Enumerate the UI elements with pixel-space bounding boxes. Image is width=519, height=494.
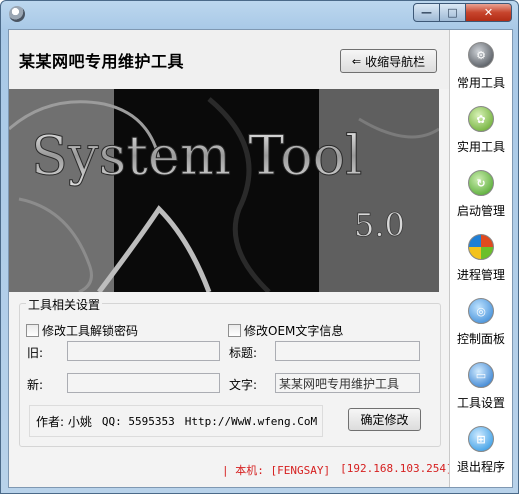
app-title: 某某网吧专用维护工具 — [19, 52, 185, 71]
machine-name: | 本机: [FENGSAY] — [222, 464, 331, 477]
group-title: 工具相关设置 — [26, 296, 103, 313]
sidebar-item-tool-settings[interactable]: ▭ 工具设置 — [450, 356, 512, 418]
sidebar-item-label: 启动管理 — [456, 204, 505, 218]
globe-icon: ◎ — [468, 298, 494, 324]
banner-image: System Tool 5.0 — [9, 89, 439, 292]
banner-version: 5.0 — [354, 206, 405, 244]
collapse-nav-button[interactable]: ⇐ 收缩导航栏 — [340, 49, 437, 73]
system-tool-logo: System Tool 5.0 — [9, 89, 439, 292]
status-bar: | 本机: [FENGSAY] [192.168.103.254] — [222, 462, 453, 478]
old-password-input[interactable] — [67, 341, 220, 361]
collapse-nav-label: 收缩导航栏 — [365, 54, 426, 69]
client-area: 某某网吧专用维护工具 ⇐ 收缩导航栏 System Tool 5.0 工具相关设… — [8, 29, 513, 488]
monitor-icon: ▭ — [468, 362, 494, 388]
sidebar-item-label: 退出程序 — [456, 460, 505, 474]
green-gear-icon: ✿ — [468, 106, 494, 132]
title-label: 标题: — [229, 346, 258, 360]
new-label: 新: — [27, 378, 44, 392]
window-controls: — □ ✕ — [413, 3, 512, 22]
sidebar-item-process-manager[interactable]: 进程管理 — [450, 228, 512, 290]
refresh-icon: ↻ — [468, 170, 494, 196]
sidebar-item-label: 控制面板 — [456, 332, 505, 346]
confirm-button[interactable]: 确定修改 — [348, 408, 421, 431]
checkbox-box[interactable] — [228, 324, 241, 337]
sidebar-item-utility-tools[interactable]: ✿ 实用工具 — [450, 100, 512, 162]
minimize-button[interactable]: — — [413, 3, 440, 22]
windows-logo-icon — [468, 234, 494, 260]
sidebar-item-label: 工具设置 — [456, 396, 505, 410]
oem-info-label: 修改OEM文字信息 — [244, 324, 344, 338]
unlock-password-label: 修改工具解锁密码 — [42, 324, 139, 338]
checkbox-box[interactable] — [26, 324, 39, 337]
close-button[interactable]: ✕ — [466, 3, 512, 22]
title-input[interactable] — [275, 341, 420, 361]
sidebar-nav: ⚙ 常用工具 ✿ 实用工具 ↻ 启动管理 进程管理 ◎ 控制面板 ▭ 工具设置 — [450, 30, 512, 487]
old-label: 旧: — [27, 346, 44, 360]
text-label: 文字: — [229, 378, 258, 392]
sidebar-item-label: 进程管理 — [456, 268, 505, 282]
sidebar-item-control-panel[interactable]: ◎ 控制面板 — [450, 292, 512, 354]
unlock-password-checkbox[interactable]: 修改工具解锁密码 — [26, 322, 138, 339]
windows-flag-icon: ⊞ — [468, 426, 494, 452]
header: 某某网吧专用维护工具 ⇐ 收缩导航栏 — [9, 30, 449, 89]
text-input[interactable]: 某某网吧专用维护工具 — [275, 373, 420, 393]
author-name: 作者: 小姚 — [36, 414, 92, 429]
oem-info-checkbox[interactable]: 修改OEM文字信息 — [228, 322, 343, 339]
sidebar-item-startup-manager[interactable]: ↻ 启动管理 — [450, 164, 512, 226]
new-password-input[interactable] — [67, 373, 220, 393]
banner-logo-text: System Tool — [31, 124, 362, 187]
sidebar-item-common-tools[interactable]: ⚙ 常用工具 — [450, 36, 512, 98]
main-panel: 某某网吧专用维护工具 ⇐ 收缩导航栏 System Tool 5.0 工具相关设… — [9, 30, 453, 487]
sidebar-item-exit[interactable]: ⊞ 退出程序 — [450, 420, 512, 482]
author-info: 作者: 小姚 QQ: 5595353 Http://WwW.wfeng.CoM — [29, 405, 323, 437]
window-frame: — □ ✕ 某某网吧专用维护工具 ⇐ 收缩导航栏 System Tool 5.0… — [0, 0, 519, 494]
left-arrow-icon: ⇐ — [351, 54, 362, 68]
author-qq: QQ: 5595353 — [101, 414, 175, 428]
sidebar-item-label: 实用工具 — [456, 140, 505, 154]
sidebar-item-label: 常用工具 — [456, 76, 505, 90]
machine-ip: [192.168.103.254] — [340, 462, 453, 475]
author-url: Http://WwW.wfeng.CoM — [184, 414, 318, 428]
maximize-button[interactable]: □ — [440, 3, 466, 22]
gear-ball-icon: ⚙ — [468, 42, 494, 68]
app-icon[interactable] — [9, 6, 25, 22]
